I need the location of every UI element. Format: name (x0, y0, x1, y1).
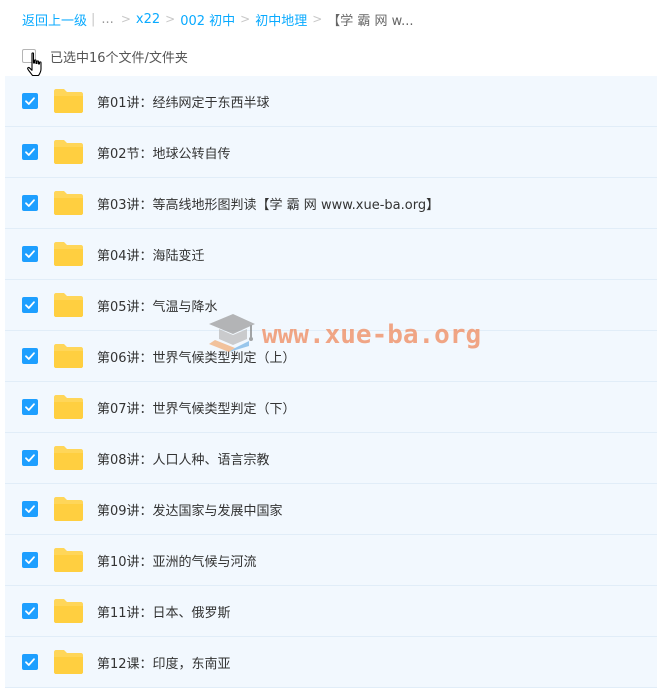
checkbox-checked-icon[interactable] (22, 552, 38, 568)
file-name[interactable]: 第03讲：等高线地形图判读【学 霸 网 www.xue-ba.org】 (97, 194, 439, 213)
folder-icon[interactable] (53, 394, 84, 420)
checkbox-checked-icon[interactable] (22, 144, 38, 160)
folder-icon[interactable] (53, 496, 84, 522)
folder-icon[interactable] (53, 649, 84, 675)
checkbox-checked-icon[interactable] (22, 399, 38, 415)
checkbox-checked-icon[interactable] (22, 501, 38, 517)
folder-icon[interactable] (53, 292, 84, 318)
file-name[interactable]: 第02节：地球公转自传 (97, 143, 231, 162)
folder-icon[interactable] (53, 547, 84, 573)
file-row[interactable]: 第02节：地球公转自传 (5, 127, 657, 178)
folder-icon[interactable] (53, 139, 84, 165)
checkbox-checked-icon[interactable] (22, 603, 38, 619)
checkbox-checked-icon[interactable] (22, 654, 38, 670)
file-name[interactable]: 第06讲：世界气候类型判定（上） (97, 347, 296, 366)
checkbox-checked-icon[interactable] (22, 93, 38, 109)
file-name[interactable]: 第07讲：世界气候类型判定（下） (97, 398, 296, 417)
breadcrumb-divider: | (91, 11, 96, 27)
file-name[interactable]: 第01讲：经纬网定于东西半球 (97, 92, 270, 111)
file-row[interactable]: 第04讲：海陆变迁 (5, 229, 657, 280)
file-row[interactable]: 第07讲：世界气候类型判定（下） (5, 382, 657, 433)
checkbox-checked-icon[interactable] (22, 450, 38, 466)
file-row[interactable]: 第03讲：等高线地形图判读【学 霸 网 www.xue-ba.org】 (5, 178, 657, 229)
file-row[interactable]: 第05讲：气温与降水 (5, 280, 657, 331)
file-name[interactable]: 第05讲：气温与降水 (97, 296, 218, 315)
file-row[interactable]: 第06讲：世界气候类型判定（上） (5, 331, 657, 382)
hand-pointer-icon (27, 52, 42, 77)
file-name[interactable]: 第10讲：亚洲的气候与河流 (97, 551, 257, 570)
file-row[interactable]: 第09讲：发达国家与发展中国家 (5, 484, 657, 535)
breadcrumb-item-x22[interactable]: x22 (136, 12, 160, 27)
checkbox-checked-icon[interactable] (22, 195, 38, 211)
breadcrumb-current: 【学 霸 网 w... (327, 13, 414, 29)
file-row[interactable]: 第08讲：人口人种、语言宗教 (5, 433, 657, 484)
back-link[interactable]: 返回上一级 (22, 10, 87, 29)
folder-icon[interactable] (53, 241, 84, 267)
file-name[interactable]: 第04讲：海陆变迁 (97, 245, 205, 264)
checkbox-checked-icon[interactable] (22, 297, 38, 313)
file-name[interactable]: 第09讲：发达国家与发展中国家 (97, 500, 283, 519)
file-name[interactable]: 第11讲：日本、俄罗斯 (97, 602, 231, 621)
breadcrumb-item-002[interactable]: 002 初中 (180, 10, 235, 29)
breadcrumb: 返回上一级 | ... > x22 > 002 初中 > 初中地理 > 【学 霸… (22, 10, 414, 29)
file-name[interactable]: 第08讲：人口人种、语言宗教 (97, 449, 270, 468)
folder-icon[interactable] (53, 445, 84, 471)
checkbox-checked-icon[interactable] (22, 348, 38, 364)
breadcrumb-separator: > (120, 12, 131, 26)
folder-icon[interactable] (53, 598, 84, 624)
breadcrumb-separator: > (165, 12, 176, 26)
file-name[interactable]: 第12课：印度，东南亚 (97, 653, 231, 672)
selection-count-label: 已选中16个文件/文件夹 (50, 50, 188, 66)
file-row[interactable]: 第01讲：经纬网定于东西半球 (5, 76, 657, 127)
breadcrumb-separator: > (240, 12, 251, 26)
breadcrumb-item-geography[interactable]: 初中地理 (255, 10, 307, 29)
folder-icon[interactable] (53, 190, 84, 216)
file-row[interactable]: 第10讲：亚洲的气候与河流 (5, 535, 657, 586)
file-row[interactable]: 第12课：印度，东南亚 (5, 637, 657, 688)
breadcrumb-ellipsis[interactable]: ... (101, 12, 113, 27)
file-row[interactable]: 第11讲：日本、俄罗斯 (5, 586, 657, 637)
folder-icon[interactable] (53, 88, 84, 114)
folder-icon[interactable] (53, 343, 84, 369)
breadcrumb-separator: > (312, 12, 323, 26)
selection-bar: 已选中16个文件/文件夹 (22, 46, 188, 66)
file-list: 第01讲：经纬网定于东西半球 第02节：地球公转自传第03讲：等高线地形图判读【学… (5, 76, 657, 688)
checkbox-checked-icon[interactable] (22, 246, 38, 262)
